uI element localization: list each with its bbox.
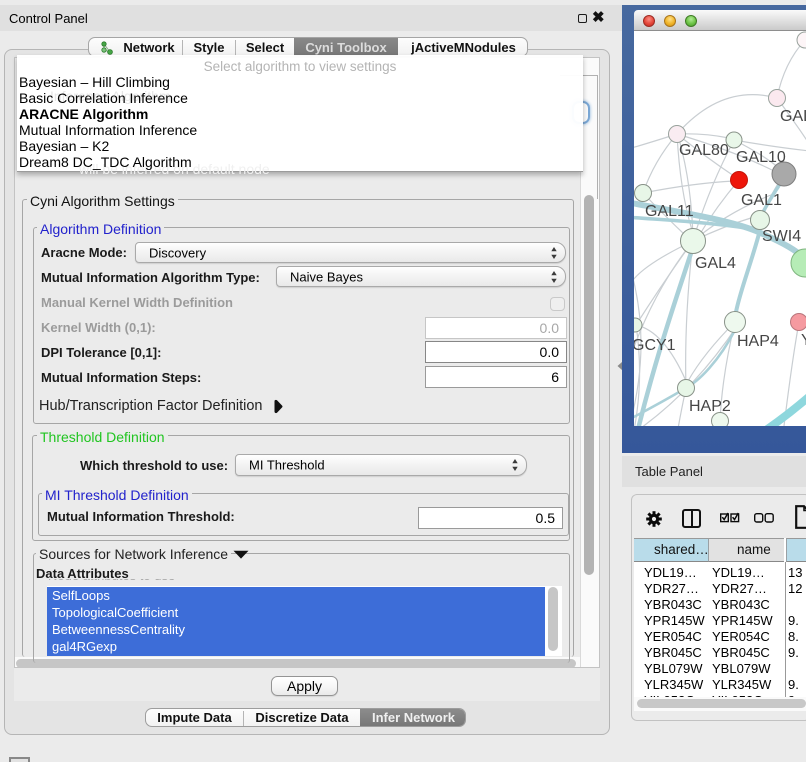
svg-text:GAL2: GAL2 (780, 108, 806, 125)
svg-text:GAL10: GAL10 (736, 149, 786, 166)
svg-text:HAP4: HAP4 (737, 333, 779, 350)
svg-text:GAL4: GAL4 (695, 255, 736, 272)
svg-text:GAL80: GAL80 (679, 142, 729, 159)
svg-text:HAP2: HAP2 (689, 398, 731, 415)
svg-text:SWI4: SWI4 (762, 228, 801, 245)
svg-text:GCY1: GCY1 (634, 337, 676, 354)
svg-text:Y: Y (801, 332, 806, 349)
svg-text:GAL11: GAL11 (645, 203, 694, 220)
svg-text:GAL1: GAL1 (741, 192, 782, 209)
